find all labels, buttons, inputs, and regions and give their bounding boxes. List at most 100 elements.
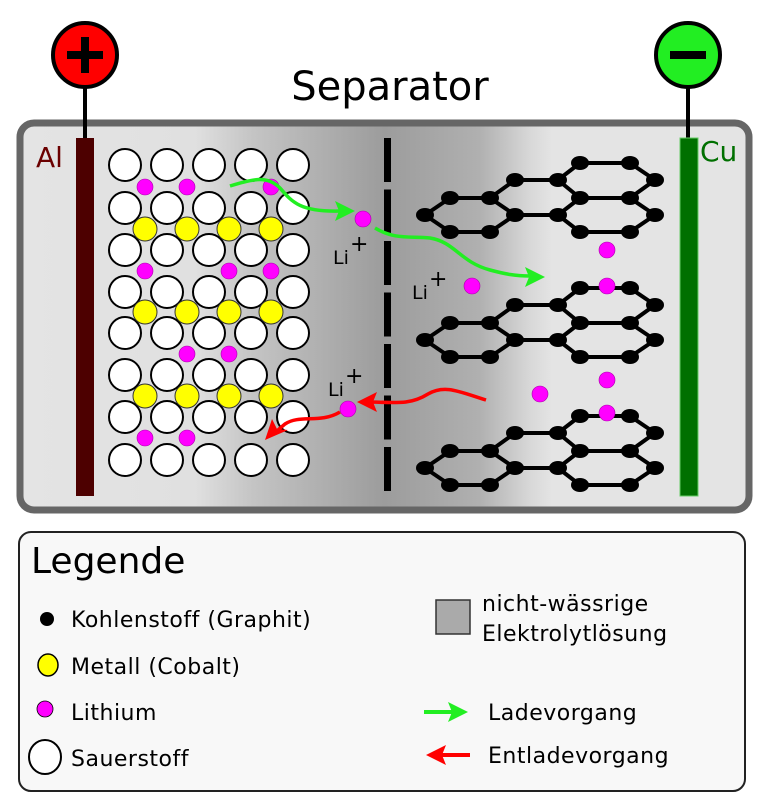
copper-label: Cu xyxy=(700,135,737,168)
separator-segment xyxy=(384,241,391,285)
oxygen-atom xyxy=(192,191,226,225)
cobalt-atom xyxy=(258,299,284,325)
carbon-atom xyxy=(571,156,589,170)
carbon-atom xyxy=(571,409,589,423)
oxygen-atom xyxy=(108,400,142,434)
oxygen-atom xyxy=(192,443,226,477)
carbon-atom xyxy=(646,461,664,475)
carbon-atom xyxy=(441,191,459,205)
carbon-legend-icon xyxy=(40,612,54,626)
legend-electrolyte-line2: Elektrolytlösung xyxy=(482,622,668,647)
svg-text:Li: Li xyxy=(412,282,428,304)
carbon-atom xyxy=(506,333,524,347)
lithium-ion xyxy=(136,429,154,447)
carbon-atom xyxy=(506,426,524,440)
carbon-atom xyxy=(621,316,639,330)
legend-charge: Ladevorgang xyxy=(488,701,637,726)
oxygen-atom xyxy=(150,191,184,225)
oxygen-atom xyxy=(108,191,142,225)
lithium-ion xyxy=(136,262,154,280)
lithium-ion xyxy=(598,371,616,389)
carbon-atom xyxy=(549,333,567,347)
oxygen-atom xyxy=(108,316,142,350)
lithium-ion xyxy=(136,178,154,196)
lithium-ion xyxy=(598,241,616,259)
carbon-atom xyxy=(441,444,459,458)
oxygen-atom xyxy=(192,358,226,392)
carbon-atom xyxy=(646,173,664,187)
carbon-atom xyxy=(646,298,664,312)
carbon-atom xyxy=(549,298,567,312)
cobalt-atom xyxy=(174,299,200,325)
separator-segment xyxy=(384,447,391,491)
svg-text:+: + xyxy=(345,364,363,389)
oxygen-atom xyxy=(234,400,268,434)
oxygen-atom xyxy=(276,275,310,309)
carbon-atom xyxy=(441,478,459,492)
legend-discharge: Entladevorgang xyxy=(488,744,669,769)
carbon-atom xyxy=(481,225,499,239)
cobalt-atom xyxy=(132,216,158,242)
carbon-atom xyxy=(506,173,524,187)
oxygen-atom xyxy=(276,148,310,182)
cobalt-atom xyxy=(216,383,242,409)
lithium-ion xyxy=(598,404,616,422)
cobalt-atom xyxy=(132,299,158,325)
carbon-atom xyxy=(549,173,567,187)
carbon-atom xyxy=(571,191,589,205)
carbon-atom xyxy=(621,156,639,170)
legend-title: Legende xyxy=(31,541,185,582)
svg-text:Li: Li xyxy=(328,379,344,401)
oxygen-atom xyxy=(108,443,142,477)
separator-segment xyxy=(384,189,391,234)
cobalt-atom xyxy=(258,383,284,409)
carbon-atom xyxy=(571,478,589,492)
oxygen-atom xyxy=(234,358,268,392)
carbon-atom xyxy=(621,191,639,205)
legend-lithium: Lithium xyxy=(71,701,157,726)
carbon-atom xyxy=(646,333,664,347)
carbon-atom xyxy=(621,281,639,295)
carbon-atom xyxy=(416,333,434,347)
oxygen-legend-icon xyxy=(28,739,62,775)
carbon-atom xyxy=(571,350,589,364)
aluminium-collector xyxy=(76,138,94,496)
carbon-atom xyxy=(571,225,589,239)
carbon-atom xyxy=(621,444,639,458)
carbon-atom xyxy=(481,478,499,492)
oxygen-atom xyxy=(234,316,268,350)
carbon-atom xyxy=(571,316,589,330)
carbon-atom xyxy=(481,350,499,364)
oxygen-atom xyxy=(276,358,310,392)
carbon-atom xyxy=(416,208,434,222)
oxygen-atom xyxy=(150,233,184,267)
lithium-ion xyxy=(178,178,196,196)
oxygen-atom xyxy=(192,148,226,182)
carbon-atom xyxy=(506,461,524,475)
oxygen-atom xyxy=(276,233,310,267)
lithium-ion xyxy=(178,345,196,363)
carbon-atom xyxy=(646,208,664,222)
oxygen-atom xyxy=(108,358,142,392)
positive-terminal-plus-icon xyxy=(51,21,119,89)
cobalt-atom xyxy=(174,383,200,409)
carbon-atom xyxy=(621,478,639,492)
carbon-atom xyxy=(571,281,589,295)
oxygen-atom xyxy=(192,316,226,350)
svg-text:+: + xyxy=(350,232,368,257)
legend-oxygen: Sauerstoff xyxy=(71,747,190,772)
carbon-atom xyxy=(549,426,567,440)
legend: Legende Kohlenstoff (Graphit) Metall (Co… xyxy=(18,531,746,792)
separator-title: Separator xyxy=(291,64,489,110)
lithium-ion xyxy=(531,385,549,403)
negative-terminal-minus-icon xyxy=(654,21,722,89)
oxygen-atom xyxy=(192,400,226,434)
separator-segment xyxy=(384,344,391,388)
legend-electrolyte-line1: nicht-wässrige xyxy=(482,592,649,617)
electrolyte-legend-icon xyxy=(435,599,471,635)
aluminium-label: Al xyxy=(36,141,63,174)
oxygen-atom xyxy=(234,148,268,182)
oxygen-atom xyxy=(150,400,184,434)
cobalt-atom xyxy=(174,216,200,242)
carbon-atom xyxy=(441,350,459,364)
